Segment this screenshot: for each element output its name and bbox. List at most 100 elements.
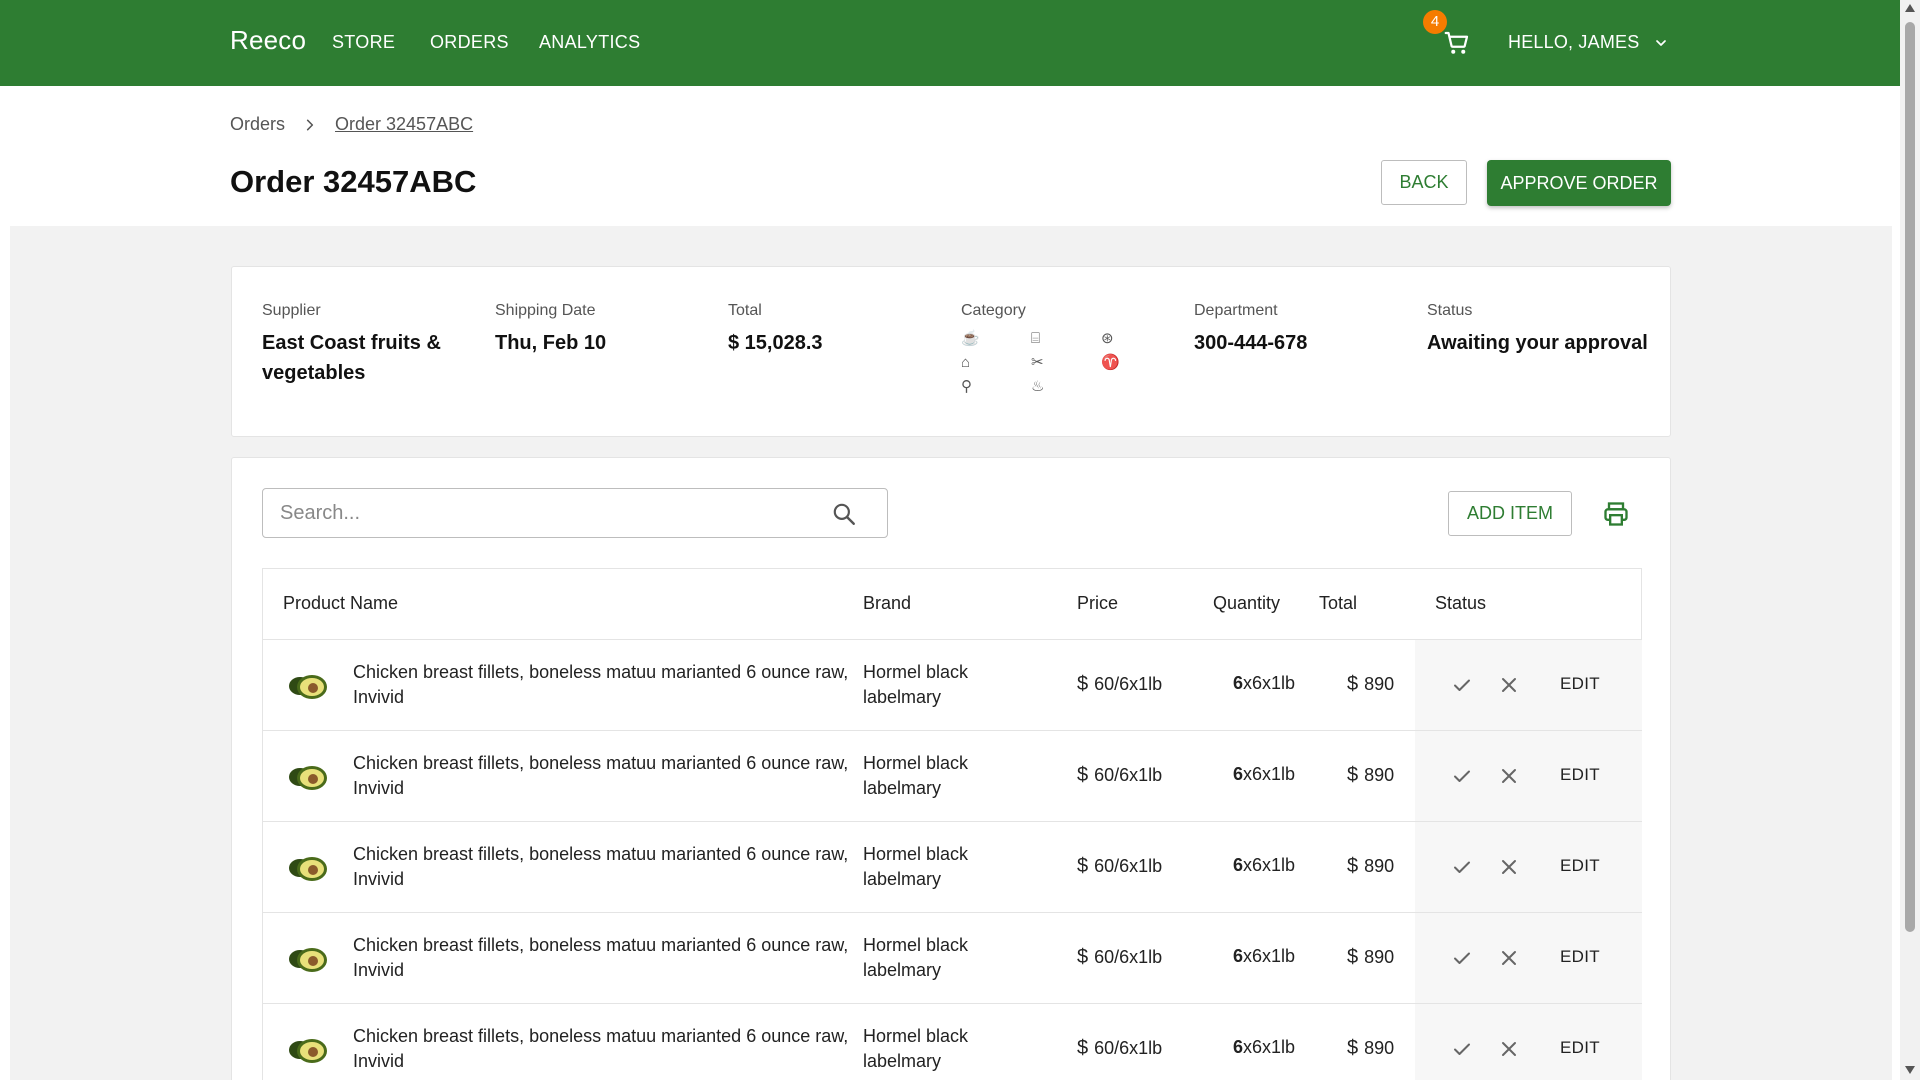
col-total[interactable]: Total xyxy=(1319,593,1357,614)
category-label: Category xyxy=(961,302,1026,319)
avocado-thumbnail xyxy=(289,766,327,790)
reject-close-icon[interactable] xyxy=(1497,764,1521,788)
breadcrumb: Orders Order 32457ABC xyxy=(230,114,473,135)
product-brand: Hormel black labelmary xyxy=(863,844,969,889)
product-name: Chicken breast fillets, boneless matuu m… xyxy=(353,662,849,707)
quantity-unit: x6x1lb xyxy=(1243,855,1296,875)
order-summary-card: Supplier East Coast fruits & vegetables … xyxy=(231,266,1671,437)
nav-store[interactable]: STORE xyxy=(332,32,395,53)
product-price: $60/6x1lb xyxy=(1077,1037,1162,1060)
reject-close-icon[interactable] xyxy=(1497,1037,1521,1061)
avocado-thumbnail xyxy=(289,857,327,881)
dollar-icon: $ xyxy=(1077,946,1089,968)
edit-button[interactable]: EDIT xyxy=(1560,856,1600,876)
product-brand: Hormel black labelmary xyxy=(863,1026,969,1071)
col-status[interactable]: Status xyxy=(1435,593,1486,614)
edit-button[interactable]: EDIT xyxy=(1560,674,1600,694)
dollar-icon: $ xyxy=(1347,673,1359,695)
approve-check-icon[interactable] xyxy=(1450,946,1474,970)
department-label: Department xyxy=(1194,302,1278,319)
quantity-unit: x6x1lb xyxy=(1243,764,1296,784)
avocado-thumbnail xyxy=(289,675,327,699)
quantity-unit: x6x1lb xyxy=(1243,946,1296,966)
avocado-thumbnail xyxy=(289,1039,327,1063)
reject-close-icon[interactable] xyxy=(1497,855,1521,879)
product-name: Chicken breast fillets, boneless matuu m… xyxy=(353,1026,849,1071)
status-value: Awaiting your approval xyxy=(1427,332,1648,354)
scrollbar-thumb[interactable] xyxy=(1905,22,1915,932)
edit-button[interactable]: EDIT xyxy=(1560,765,1600,785)
coffee-icon: ☕ xyxy=(961,330,980,347)
brand-logo[interactable]: Reeco xyxy=(230,25,306,56)
cutlery-icon: ⚲ xyxy=(961,378,972,395)
approve-check-icon[interactable] xyxy=(1450,673,1474,697)
approve-check-icon[interactable] xyxy=(1450,1037,1474,1061)
edit-button[interactable]: EDIT xyxy=(1560,947,1600,967)
chevron-right-icon xyxy=(306,119,314,130)
category-section: Category ☕ ⌸ ⊛ ⌂ ✂ ♈ ⚲ ♨ xyxy=(961,302,1131,396)
supplier-section: Supplier East Coast fruits & vegetables xyxy=(262,302,472,388)
scroll-up-arrow-icon[interactable] xyxy=(1905,4,1915,12)
approve-check-icon[interactable] xyxy=(1450,855,1474,879)
breadcrumb-current[interactable]: Order 32457ABC xyxy=(335,114,473,135)
table-row: Chicken breast fillets, boneless matuu m… xyxy=(263,913,1642,1004)
price-value: 60/6x1lb xyxy=(1094,947,1163,967)
dollar-icon: $ xyxy=(1347,1037,1359,1059)
reject-close-icon[interactable] xyxy=(1497,946,1521,970)
back-button[interactable]: BACK xyxy=(1381,160,1467,205)
total-value: 890 xyxy=(1364,674,1395,694)
quantity-count: 6 xyxy=(1233,855,1244,875)
dollar-icon: $ xyxy=(1347,946,1359,968)
bottles-icon: ♨ xyxy=(1031,378,1045,395)
product-total: $890 xyxy=(1347,1037,1394,1060)
top-navbar: Reeco STORE ORDERS ANALYTICS 4 HELLO, JA… xyxy=(0,0,1900,86)
product-quantity: 6x6x1lb xyxy=(1233,946,1295,967)
total-value: 890 xyxy=(1364,856,1395,876)
search-input[interactable] xyxy=(264,490,824,536)
dollar-icon: $ xyxy=(1077,673,1089,695)
table-row: Chicken breast fillets, boneless matuu m… xyxy=(263,822,1642,913)
reject-close-icon[interactable] xyxy=(1497,673,1521,697)
price-value: 60/6x1lb xyxy=(1094,856,1163,876)
order-items-card: ADD ITEM Product Name Brand Price Quanti… xyxy=(231,457,1671,1080)
supplier-value: East Coast fruits & vegetables xyxy=(262,332,441,384)
page-scrollbar[interactable] xyxy=(1900,0,1920,1080)
col-quantity[interactable]: Quantity xyxy=(1213,593,1280,614)
add-item-button[interactable]: ADD ITEM xyxy=(1448,491,1572,536)
scroll-down-arrow-icon[interactable] xyxy=(1905,1066,1915,1074)
search-icon[interactable] xyxy=(831,501,857,527)
total-section: Total $ 15,028.3 xyxy=(728,302,823,358)
col-price[interactable]: Price xyxy=(1077,593,1118,614)
product-name: Chicken breast fillets, boneless matuu m… xyxy=(353,753,849,798)
total-value: 890 xyxy=(1364,765,1395,785)
approve-check-icon[interactable] xyxy=(1450,764,1474,788)
product-price: $60/6x1lb xyxy=(1077,673,1162,696)
supplier-label: Supplier xyxy=(262,302,321,319)
nav-analytics[interactable]: ANALYTICS xyxy=(539,32,640,53)
product-name: Chicken breast fillets, boneless matuu m… xyxy=(353,935,849,980)
product-quantity: 6x6x1lb xyxy=(1233,673,1295,694)
approve-order-button[interactable]: APPROVE ORDER xyxy=(1487,160,1671,206)
table-row: Chicken breast fillets, boneless matuu m… xyxy=(263,731,1642,822)
price-value: 60/6x1lb xyxy=(1094,674,1163,694)
kitchen-icon: ⌸ xyxy=(1031,330,1041,347)
product-brand: Hormel black labelmary xyxy=(863,935,969,980)
dollar-icon: $ xyxy=(1077,855,1089,877)
product-price: $60/6x1lb xyxy=(1077,855,1162,878)
dollar-icon: $ xyxy=(1077,1037,1089,1059)
product-price: $60/6x1lb xyxy=(1077,946,1162,969)
product-total: $890 xyxy=(1347,673,1394,696)
nav-orders[interactable]: ORDERS xyxy=(430,32,509,53)
printer-icon[interactable] xyxy=(1602,500,1630,528)
breadcrumb-orders[interactable]: Orders xyxy=(230,114,285,135)
user-menu[interactable]: HELLO, JAMES xyxy=(1508,32,1669,53)
drinks-icon: ♈ xyxy=(1101,354,1120,371)
quantity-unit: x6x1lb xyxy=(1243,673,1296,693)
product-quantity: 6x6x1lb xyxy=(1233,855,1295,876)
edit-button[interactable]: EDIT xyxy=(1560,1038,1600,1058)
col-product-name[interactable]: Product Name xyxy=(283,593,398,614)
avocado-thumbnail xyxy=(289,948,327,972)
product-total: $890 xyxy=(1347,764,1394,787)
col-brand[interactable]: Brand xyxy=(863,593,911,614)
cart-icon[interactable] xyxy=(1442,28,1472,58)
